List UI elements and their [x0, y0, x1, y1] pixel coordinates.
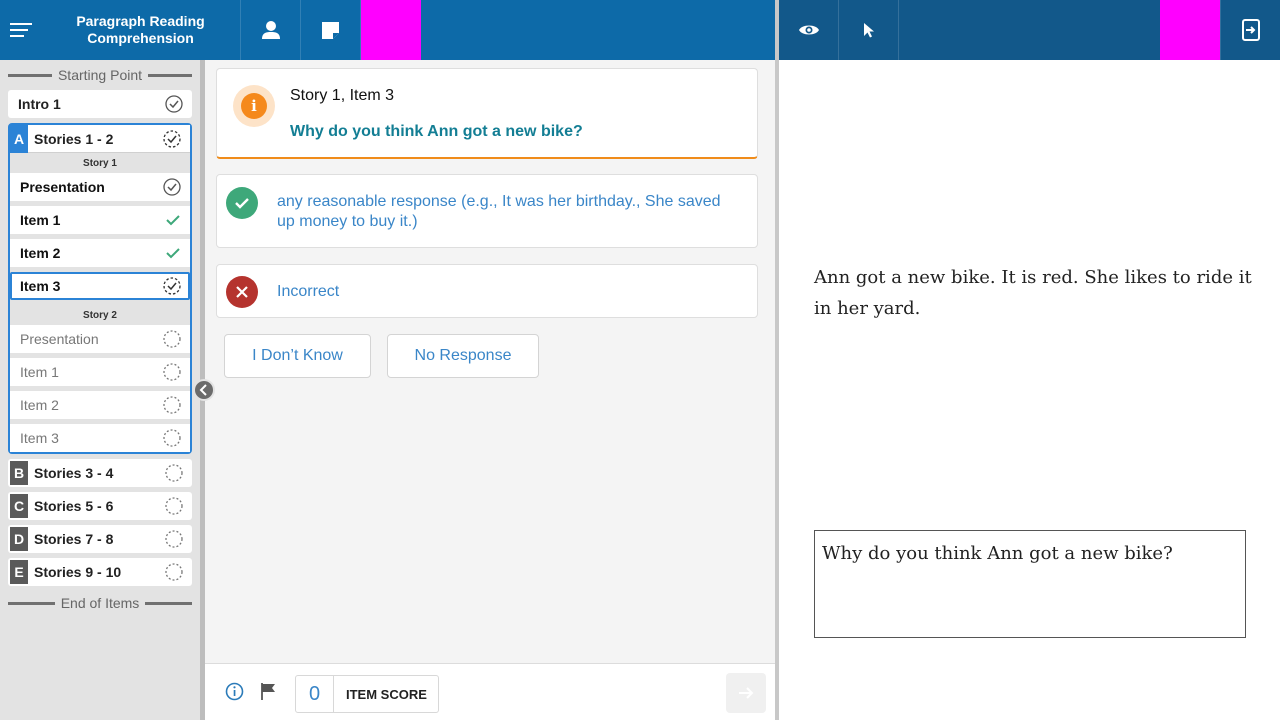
- pointer-button[interactable]: [839, 0, 899, 60]
- student-toolbar: [779, 0, 1280, 60]
- no-response-button[interactable]: No Response: [387, 334, 539, 378]
- end-of-items-divider: End of Items: [8, 591, 192, 615]
- eye-icon: [798, 25, 819, 35]
- sidebar-item-story2-item1[interactable]: Item 1: [10, 358, 190, 386]
- person-icon: [261, 21, 280, 39]
- incorrect-response-option[interactable]: Incorrect: [216, 264, 758, 318]
- correct-check-icon: [166, 248, 180, 259]
- view-toggle-button[interactable]: [779, 0, 839, 60]
- story-passage: Ann got a new bike. It is red. She likes…: [814, 267, 1252, 319]
- note-icon: [322, 21, 339, 39]
- not-started-icon: [165, 497, 183, 515]
- in-progress-icon: [163, 130, 181, 148]
- hamburger-menu-icon: [9, 23, 32, 37]
- info-circle-icon[interactable]: [225, 682, 244, 701]
- examiner-toolbar: Paragraph Reading Comprehension: [0, 0, 775, 60]
- sidebar-item-story1-presentation[interactable]: Presentation: [10, 173, 190, 201]
- not-started-icon: [163, 396, 181, 414]
- sidebar-stage-a[interactable]: A Stories 1 - 2: [10, 124, 190, 153]
- app-title: Paragraph Reading Comprehension: [41, 0, 241, 60]
- story-heading: Story 2: [83, 310, 117, 321]
- sidebar-item-story2-item2[interactable]: Item 2: [10, 391, 190, 419]
- sidebar-stage-b[interactable]: B Stories 3 - 4: [8, 459, 192, 487]
- student-question-box: Why do you think Ann got a new bike?: [814, 530, 1246, 638]
- question-label: Story 1, Item 3: [290, 87, 395, 104]
- correct-response-option[interactable]: any reasonable response (e.g., It was he…: [216, 174, 758, 248]
- story-heading: Story 1: [83, 158, 117, 169]
- complete-check-icon: [163, 178, 181, 196]
- sidebar-stage-d[interactable]: D Stories 7 - 8: [8, 525, 192, 553]
- in-progress-icon: [163, 277, 181, 295]
- incorrect-badge: [226, 276, 258, 308]
- scoring-pane: i Story 1, Item 3 Why do you think Ann g…: [205, 60, 775, 663]
- not-started-icon: [163, 330, 181, 348]
- info-badge: i: [233, 85, 275, 127]
- device-exit-icon: [1241, 19, 1260, 41]
- student-view-pane: Ann got a new bike. It is red. She likes…: [779, 60, 1280, 720]
- cursor-icon: [863, 23, 874, 38]
- notes-button[interactable]: [301, 0, 361, 60]
- question-text: Why do you think Ann got a new bike?: [290, 123, 583, 140]
- item-score-box: 0 ITEM SCORE: [295, 675, 439, 713]
- sidebar-item-story1-item3[interactable]: Item 3: [10, 272, 190, 300]
- check-icon: [235, 198, 249, 209]
- chevron-left-icon: [199, 384, 207, 396]
- item-navigation-sidebar: Starting Point Intro 1 A Stories 1 - 2 S…: [0, 60, 200, 720]
- scoring-footer: 0 ITEM SCORE: [205, 663, 775, 720]
- dont-know-button[interactable]: I Don’t Know: [224, 334, 371, 378]
- not-started-icon: [165, 530, 183, 548]
- complete-check-icon: [165, 95, 183, 113]
- incorrect-response-text: Incorrect: [277, 283, 340, 300]
- close-icon: [236, 286, 248, 298]
- menu-button[interactable]: [0, 0, 41, 60]
- sidebar-stage-e[interactable]: E Stories 9 - 10: [8, 558, 192, 586]
- question-card: i Story 1, Item 3 Why do you think Ann g…: [216, 68, 758, 159]
- not-started-icon: [165, 563, 183, 581]
- item-score-value: 0: [296, 676, 334, 712]
- sidebar-item-story2-item3[interactable]: Item 3: [10, 424, 190, 452]
- item-score-label: ITEM SCORE: [346, 686, 427, 702]
- sidebar-item-story1-item1[interactable]: Item 1: [10, 206, 190, 234]
- sidebar-item-intro[interactable]: Intro 1: [8, 90, 192, 118]
- starting-point-divider: Starting Point: [8, 60, 192, 90]
- correct-response-text: any reasonable response (e.g., It was he…: [277, 193, 721, 230]
- next-item-button[interactable]: [726, 673, 766, 713]
- sidebar-stage-c[interactable]: C Stories 5 - 6: [8, 492, 192, 520]
- not-started-icon: [165, 464, 183, 482]
- sidebar-item-story1-item2[interactable]: Item 2: [10, 239, 190, 267]
- sidebar-item-story2-presentation[interactable]: Presentation: [10, 325, 190, 353]
- not-started-icon: [163, 429, 181, 447]
- student-button[interactable]: [241, 0, 301, 60]
- flag-icon[interactable]: [260, 682, 277, 701]
- correct-check-icon: [166, 215, 180, 226]
- exit-device-button[interactable]: [1220, 0, 1280, 60]
- highlight-block-right: [1160, 0, 1220, 60]
- info-icon: i: [241, 93, 267, 119]
- stage-a-group: A Stories 1 - 2 Story 1 Presentation Ite…: [8, 123, 192, 454]
- collapse-sidebar-button[interactable]: [193, 379, 215, 401]
- highlight-block: [361, 0, 421, 60]
- not-started-icon: [163, 363, 181, 381]
- correct-check-badge: [226, 187, 258, 219]
- arrow-right-icon: [739, 687, 754, 699]
